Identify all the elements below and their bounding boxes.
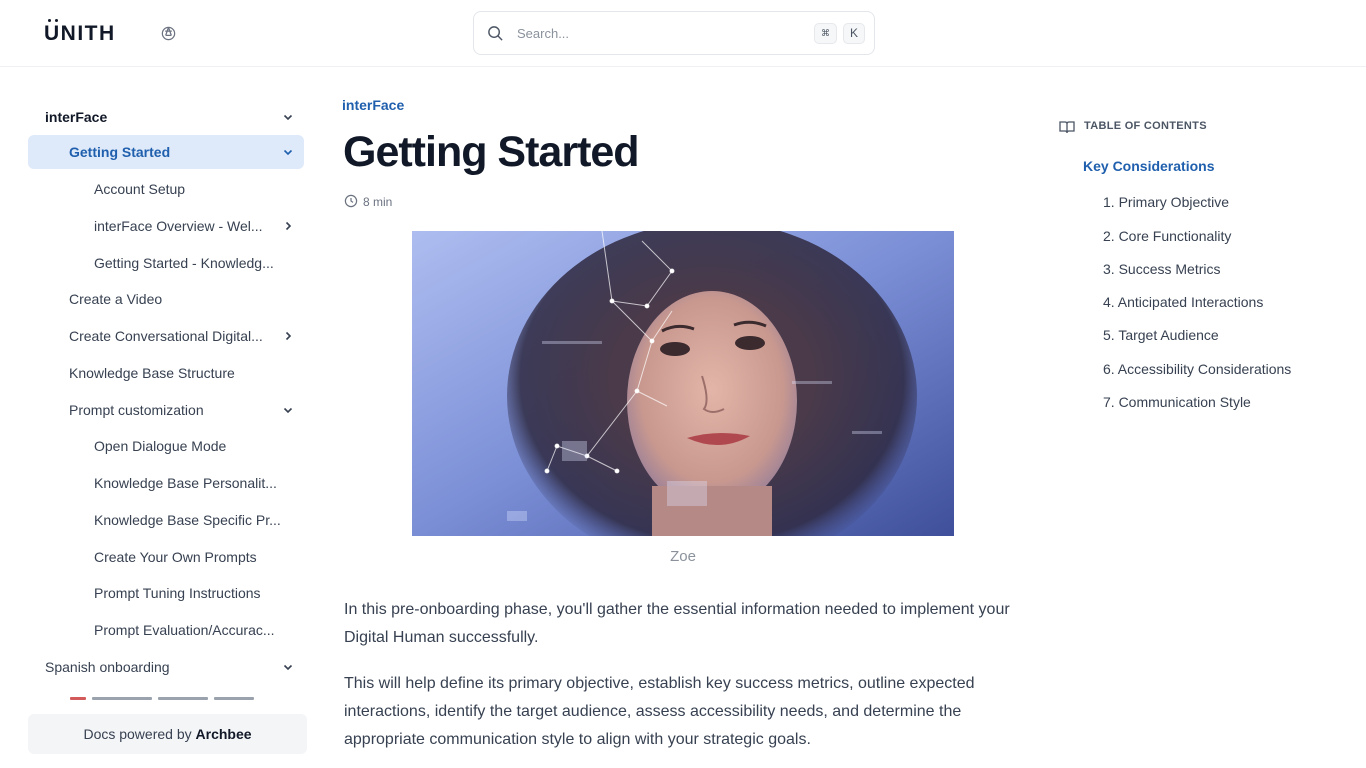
sidebar-item-interface-overview[interactable]: interFace Overview - Wel... (28, 209, 304, 243)
sidebar-item-cut-off (42, 697, 272, 701)
sidebar-item-account-setup[interactable]: Account Setup (28, 172, 304, 206)
chevron-down-icon[interactable] (282, 661, 294, 673)
sidebar-item-create-conversational[interactable]: Create Conversational Digital... (28, 319, 304, 353)
sidebar-item-spanish-onboarding[interactable]: Spanish onboarding (28, 650, 304, 684)
chevron-down-icon[interactable] (282, 111, 294, 123)
sidebar-item-prompt-evaluation[interactable]: Prompt Evaluation/Accurac... (28, 613, 304, 647)
powered-by-brand: Archbee (195, 726, 252, 742)
digital-human-portrait (412, 231, 954, 536)
breadcrumb[interactable]: interFace (342, 97, 404, 113)
sidebar-item-kb-personality[interactable]: Knowledge Base Personalit... (28, 466, 304, 500)
shortcut-modifier-key: ⌘ (814, 23, 837, 44)
sidebar-item-prompt-tuning[interactable]: Prompt Tuning Instructions (28, 576, 304, 610)
sidebar-item-create-video[interactable]: Create a Video (28, 282, 304, 316)
book-icon (1059, 121, 1075, 134)
search-placeholder: Search... (517, 26, 570, 41)
chevron-down-icon[interactable] (282, 404, 294, 416)
chevron-right-icon[interactable] (282, 330, 294, 342)
toc-key-considerations[interactable]: Key Considerations (1083, 158, 1214, 174)
sidebar-item-kb-specific[interactable]: Knowledge Base Specific Pr... (28, 503, 304, 537)
theme-toggle-icon[interactable] (160, 25, 177, 42)
sidebar-item-label: Getting Started - Knowledg... (94, 255, 274, 271)
sidebar-item-label: Knowledge Base Personalit... (94, 475, 277, 491)
sidebar-item-label: interFace (45, 109, 108, 125)
toc-item[interactable]: 1. Primary Objective (1103, 194, 1229, 210)
sidebar-item-prompt-customization[interactable]: Prompt customization (28, 393, 304, 427)
toc-item[interactable]: 5. Target Audience (1103, 327, 1219, 343)
sidebar-item-getting-started[interactable]: Getting Started (28, 135, 304, 169)
toc-item[interactable]: 3. Success Metrics (1103, 261, 1220, 277)
chevron-down-icon[interactable] (282, 146, 294, 158)
powered-by-footer[interactable]: Docs powered by Archbee (28, 714, 307, 754)
sidebar-item-create-prompts[interactable]: Create Your Own Prompts (28, 540, 304, 574)
sidebar-item-label: Create Your Own Prompts (94, 549, 257, 565)
sidebar-item-interface[interactable]: interFace (28, 100, 304, 134)
sidebar-item-label: Prompt Tuning Instructions (94, 585, 261, 601)
sidebar-item-label: Prompt customization (69, 402, 204, 418)
sidebar-item-label: Create Conversational Digital... (69, 328, 263, 344)
powered-by-label: Docs powered by (83, 726, 192, 742)
sidebar-item-label: Create a Video (69, 291, 163, 307)
page-title: Getting Started (343, 128, 640, 176)
search-box[interactable]: Search... ⌘ K (473, 11, 875, 55)
image-caption: Zoe (670, 548, 696, 565)
sidebar-item-label: interFace Overview - Wel... (94, 218, 263, 234)
sidebar-item-label: Open Dialogue Mode (94, 438, 227, 454)
hero-image (412, 231, 954, 536)
sidebar-item-label: Spanish onboarding (45, 659, 170, 675)
toc-heading-label: TABLE OF CONTENTS (1084, 120, 1207, 132)
body-paragraph: This will help define its primary object… (344, 675, 975, 748)
sidebar-item-getting-started-knowledge[interactable]: Getting Started - Knowledg... (28, 246, 304, 280)
sidebar-item-label: Getting Started (69, 144, 171, 160)
search-icon (488, 26, 503, 41)
sidebar-item-label: Knowledge Base Specific Pr... (94, 512, 281, 528)
top-header: UNITH Search... ⌘ K (0, 0, 1366, 67)
sidebar-item-label: Prompt Evaluation/Accurac... (94, 622, 275, 638)
shortcut-k-key: K (843, 23, 866, 44)
clock-icon (344, 194, 358, 208)
sidebar-item-kb-structure[interactable]: Knowledge Base Structure (28, 356, 304, 390)
sidebar-item-label: Knowledge Base Structure (69, 365, 235, 381)
toc-item[interactable]: 7. Communication Style (1103, 394, 1251, 410)
sidebar-item-open-dialogue[interactable]: Open Dialogue Mode (28, 429, 304, 463)
brand-logo[interactable]: UNITH (44, 22, 116, 46)
toc-item[interactable]: 6. Accessibility Considerations (1103, 361, 1291, 377)
chevron-right-icon[interactable] (282, 220, 294, 232)
toc-item[interactable]: 2. Core Functionality (1103, 228, 1231, 244)
sidebar-nav: interFace Getting Started Account Setup … (28, 98, 308, 698)
read-time-label: 8 min (363, 195, 393, 209)
toc-item[interactable]: 4. Anticipated Interactions (1103, 294, 1263, 310)
intro-paragraph: In this pre-onboarding phase, you'll gat… (344, 601, 1010, 646)
sidebar-item-label: Account Setup (94, 181, 186, 197)
